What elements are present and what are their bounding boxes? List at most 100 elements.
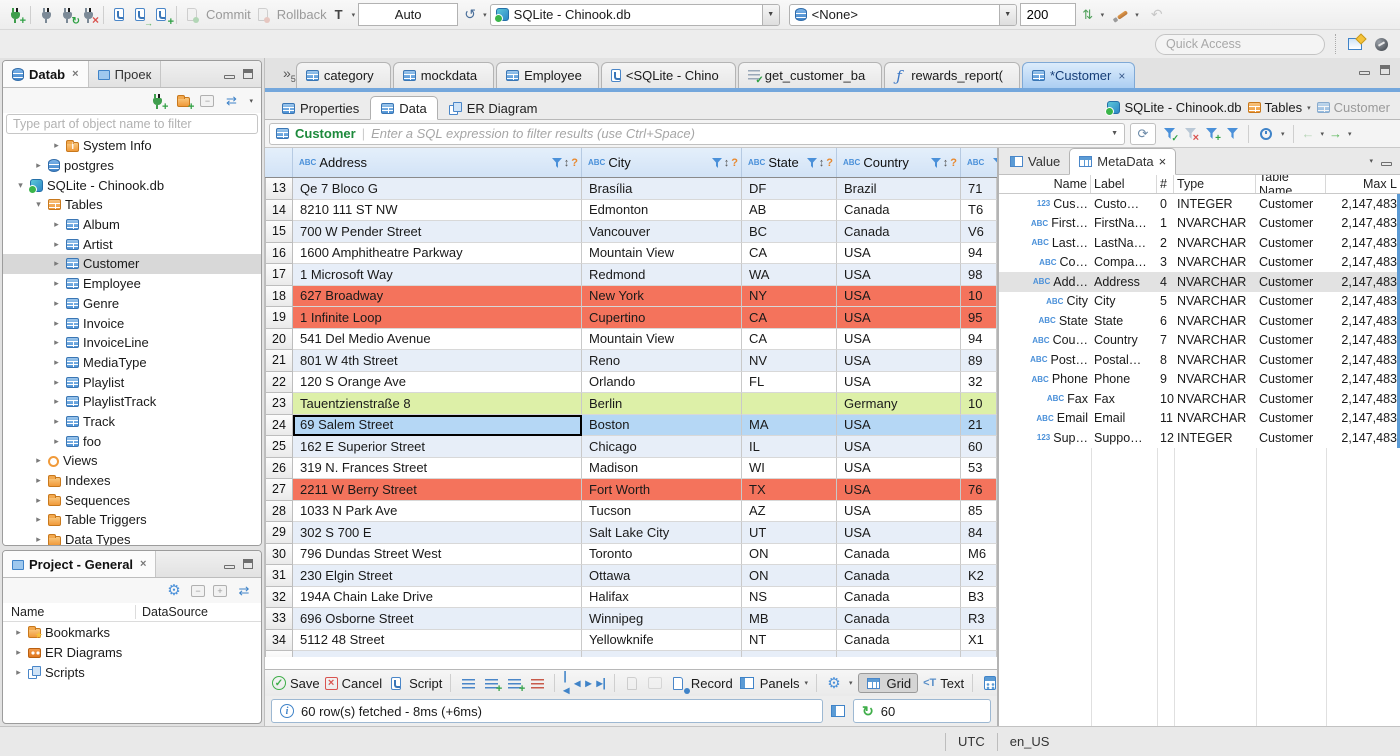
cell-city[interactable]: Tucson	[582, 500, 742, 522]
metadata-row[interactable]: ABC City City 5 NVARCHAR Customer 2,147,4…	[999, 292, 1400, 312]
column-header-name[interactable]: Name	[999, 175, 1091, 193]
close-icon[interactable]: ×	[72, 68, 78, 80]
cell-postalcode[interactable]: 94	[961, 242, 997, 264]
sort-icon[interactable]: ↕	[724, 157, 730, 169]
cell-country[interactable]: USA	[837, 479, 961, 501]
cell-state[interactable]	[742, 393, 837, 415]
apply-filter-icon[interactable]	[1161, 126, 1179, 144]
column-header-name[interactable]: Name	[3, 605, 135, 619]
remove-filter-icon[interactable]	[1182, 126, 1199, 144]
expand-arrow-icon[interactable]: ▸	[33, 160, 44, 171]
reconnect-icon[interactable]	[58, 7, 80, 27]
first-page-icon[interactable]: |◂	[563, 669, 569, 697]
transaction-mode-icon[interactable]: T	[330, 7, 348, 23]
cell-address[interactable]: Qe 7 Bloco G	[293, 178, 582, 200]
fetch-next-page-icon[interactable]	[623, 675, 641, 691]
cell-address[interactable]: Tauentzienstraße 8	[293, 393, 582, 415]
cell-state[interactable]: AB	[742, 199, 837, 221]
cell-address[interactable]: 1600 Amphitheatre Parkway	[293, 242, 582, 264]
connection-combo-dropdown-icon[interactable]: ▼	[761, 4, 779, 25]
row-number-cell[interactable]: 24	[265, 414, 293, 436]
tree-item[interactable]: ▸ Track	[3, 412, 261, 432]
expand-arrow-icon[interactable]: ▸	[51, 239, 62, 250]
cell-city[interactable]: Brasília	[582, 178, 742, 200]
cell-city[interactable]: Redmond	[582, 264, 742, 286]
panels-button[interactable]: Panels ▾	[738, 675, 808, 691]
column-header-index[interactable]: #	[1157, 175, 1174, 193]
minimize-icon[interactable]	[224, 74, 235, 79]
next-page-icon[interactable]: ▸	[585, 676, 591, 690]
gear-icon[interactable]: ⚙	[825, 675, 843, 691]
column-header[interactable]: ABC Address ↕ ?	[293, 148, 582, 177]
tree-item[interactable]: ▾ SQLite - Chinook.db	[3, 175, 261, 195]
cell-country[interactable]: USA	[837, 457, 961, 479]
expand-arrow-icon[interactable]: ▸	[33, 475, 44, 486]
tab-value[interactable]: Value	[1001, 148, 1069, 174]
cell-postalcode[interactable]: X1	[961, 629, 997, 651]
row-number-cell[interactable]: 30	[265, 543, 293, 565]
navigate-forward-icon[interactable]: →	[1329, 126, 1342, 141]
gear-dropdown-icon[interactable]: ▾	[849, 679, 853, 687]
cell-postalcode[interactable]: R3	[961, 608, 997, 630]
cell-state[interactable]: BC	[742, 221, 837, 243]
expand-arrow-icon[interactable]: ▸	[51, 357, 62, 368]
row-number-cell[interactable]: 31	[265, 565, 293, 587]
breadcrumb-table[interactable]: Customer	[1316, 100, 1390, 115]
expand-arrow-icon[interactable]: ▸	[51, 337, 62, 348]
row-number-cell[interactable]: 28	[265, 500, 293, 522]
cell-city[interactable]: Halifax	[582, 586, 742, 608]
cell-country[interactable]: USA	[837, 522, 961, 544]
cell-country[interactable]: Canada	[837, 565, 961, 587]
save-filter-icon[interactable]	[1203, 126, 1221, 144]
view-menu-icon[interactable]: ▾	[1369, 157, 1373, 165]
cell-address[interactable]: 162 E Superior Street	[293, 436, 582, 458]
cancel-button[interactable]: × Cancel	[324, 676, 382, 691]
row-number-cell[interactable]: 15	[265, 221, 293, 243]
project-tree-item[interactable]: ▸ ER Diagrams	[3, 642, 261, 662]
expand-arrow-icon[interactable]: ▸	[13, 667, 24, 678]
metadata-row[interactable]: ABC Fax Fax 10 NVARCHAR Customer 2,147,48…	[999, 389, 1400, 409]
expand-arrow-icon[interactable]: ▸	[33, 495, 44, 506]
cell-address[interactable]: 2211 W Berry Street	[293, 479, 582, 501]
commit-icon[interactable]	[183, 7, 201, 23]
row-number-cell[interactable]: 34	[265, 629, 293, 651]
perspective-dbeaver-icon[interactable]	[1372, 36, 1390, 52]
cell-state[interactable]: NT	[742, 629, 837, 651]
cell-address[interactable]: 69 Salem Street	[293, 414, 582, 436]
grid-view-button[interactable]: Grid	[857, 673, 919, 693]
expand-arrow-icon[interactable]: ▸	[33, 514, 44, 525]
navigate-forward-dropdown-icon[interactable]: ▾	[1348, 130, 1352, 138]
previous-page-icon[interactable]: ◂	[574, 676, 580, 690]
cell-city[interactable]: Chicago	[582, 436, 742, 458]
cell-address[interactable]: 230 Elgin Street	[293, 565, 582, 587]
cell-city[interactable]: Mountain View	[582, 328, 742, 350]
cell-city[interactable]: Salt Lake City	[582, 522, 742, 544]
new-sql-script-icon[interactable]	[152, 7, 174, 28]
metadata-row[interactable]: ABC Last… LastNa… 2 NVARCHAR Customer 2,1…	[999, 233, 1400, 253]
cell-country[interactable]: USA	[837, 414, 961, 436]
open-sql-script-icon[interactable]	[131, 7, 153, 28]
cell-state[interactable]: NY	[742, 285, 837, 307]
calculator-panel-icon[interactable]	[981, 675, 999, 691]
connect-icon[interactable]	[37, 7, 55, 23]
sql-filter-input[interactable]: Customer | Enter a SQL expression to fil…	[269, 122, 1125, 145]
cell-city[interactable]: Ottawa	[582, 565, 742, 587]
collapse-all-icon[interactable]: −	[200, 94, 215, 107]
sort-icon[interactable]: ↕	[819, 157, 825, 169]
sync-connection-icon[interactable]: ⇅	[1079, 7, 1097, 23]
row-number-cell[interactable]: 21	[265, 350, 293, 372]
cell-state[interactable]: FL	[742, 371, 837, 393]
new-connection-icon[interactable]	[148, 93, 168, 113]
row-number-cell[interactable]: 19	[265, 307, 293, 329]
cell-country[interactable]: Canada	[837, 608, 961, 630]
expand-arrow-icon[interactable]: ▸	[13, 647, 24, 658]
cell-state[interactable]: NV	[742, 350, 837, 372]
metadata-row[interactable]: ABC Email Email 11 NVARCHAR Customer 2,14…	[999, 409, 1400, 429]
row-number-cell[interactable]: 23	[265, 393, 293, 415]
cell-address[interactable]: 302 S 700 E	[293, 522, 582, 544]
metadata-row[interactable]: ABC State State 6 NVARCHAR Customer 2,147…	[999, 311, 1400, 331]
transaction-mode-dropdown-icon[interactable]: ▾	[352, 11, 356, 19]
cell-postalcode[interactable]: 94	[961, 328, 997, 350]
cell-postalcode[interactable]: T6	[961, 199, 997, 221]
tree-item[interactable]: ▸ PlaylistTrack	[3, 392, 261, 412]
